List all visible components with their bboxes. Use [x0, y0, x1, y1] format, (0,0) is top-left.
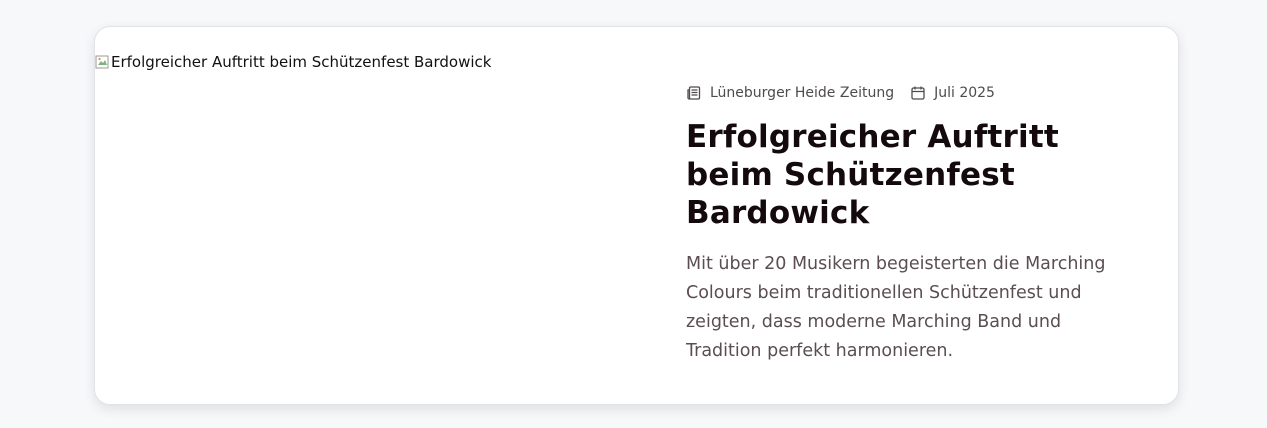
article-meta: Lüneburger Heide Zeitung Juli 2025 [686, 83, 1141, 103]
broken-image-icon [95, 55, 109, 69]
article-card[interactable]: Erfolgreicher Auftritt beim Schützenfest… [94, 26, 1179, 405]
article-title[interactable]: Erfolgreicher Auftritt beim Schützenfest… [686, 118, 1141, 232]
article-content: Lüneburger Heide Zeitung Juli 2025 Erfol… [686, 83, 1141, 366]
article-date: Juli 2025 [910, 85, 995, 101]
source-label: Lüneburger Heide Zeitung [710, 85, 895, 101]
article-image: Erfolgreicher Auftritt beim Schützenfest… [95, 27, 651, 404]
article-source: Lüneburger Heide Zeitung [686, 85, 894, 101]
date-label: Juli 2025 [934, 85, 995, 101]
newspaper-icon [687, 86, 701, 100]
broken-image-placeholder: Erfolgreicher Auftritt beim Schützenfest… [95, 53, 491, 71]
image-alt-text: Erfolgreicher Auftritt beim Schützenfest… [111, 53, 492, 71]
article-description: Mit über 20 Musikern begeisterten die Ma… [686, 254, 1106, 361]
calendar-icon [911, 86, 925, 100]
